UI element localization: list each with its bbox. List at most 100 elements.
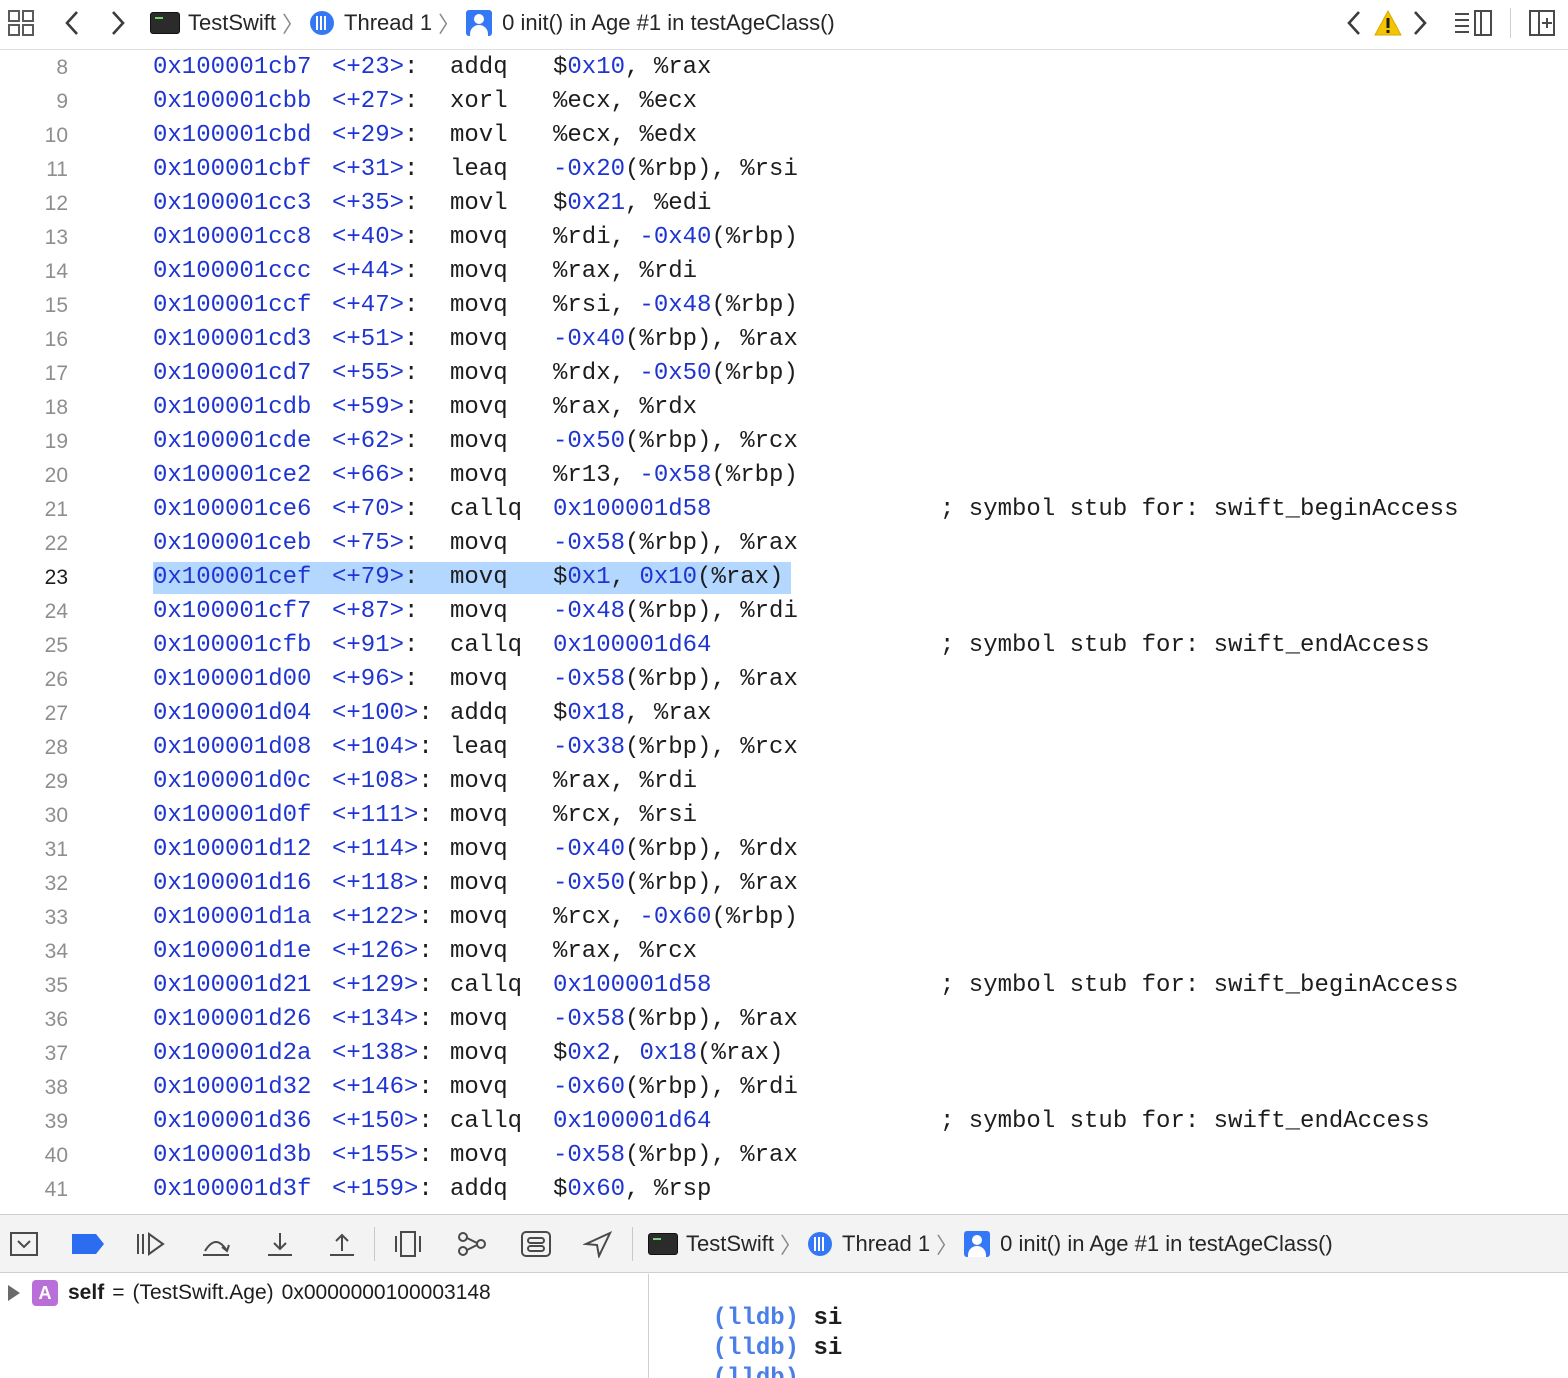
disassembly-line[interactable]: 22 0x100001ceb <+75>: movq -0x58(%rbp), %rax [0,527,1568,561]
disassembly-line[interactable]: 35 0x100001d21 <+129>: callq 0x100001d58 ; sy… [0,969,1568,1003]
line-number[interactable]: 8 [0,51,68,85]
instruction-address: 0x100001d04 [153,700,312,727]
forward-chevron-icon[interactable] [104,8,132,38]
step-out-icon[interactable] [326,1229,358,1259]
breadcrumb-frame[interactable]: 0 init() in Age #1 in testAgeClass() [502,10,835,36]
line-number[interactable]: 12 [0,187,68,221]
disassembly-line[interactable]: 29 0x100001d0c <+108>: movq %rax, %rdi [0,765,1568,799]
line-number[interactable]: 28 [0,731,68,765]
hide-debug-area-icon[interactable] [8,1229,40,1259]
disassembly-line[interactable]: 15 0x100001ccf <+47>: movq %rsi, -0x48(%rbp) [0,289,1568,323]
line-number[interactable]: 25 [0,629,68,663]
disassembly-line[interactable]: 40 0x100001d3b <+155>: movq -0x58(%rbp), %ra… [0,1139,1568,1173]
disassembly-line[interactable]: 24 0x100001cf7 <+87>: movq -0x48(%rbp), %rdi [0,595,1568,629]
line-number[interactable]: 34 [0,935,68,969]
line-number[interactable]: 27 [0,697,68,731]
disassembly-line[interactable]: 31 0x100001d12 <+114>: movq -0x40(%rbp), %rd… [0,833,1568,867]
line-number[interactable]: 20 [0,459,68,493]
simulate-location-icon[interactable] [582,1229,614,1259]
breakpoints-toggle-icon[interactable] [72,1229,104,1259]
line-number[interactable]: 40 [0,1139,68,1173]
disclosure-triangle-icon[interactable] [8,1285,20,1301]
line-number[interactable]: 24 [0,595,68,629]
step-into-icon[interactable] [264,1229,296,1259]
disassembly-view[interactable]: 8 0x100001cb7 <+23>: addq $0x10, %rax 9 0x1000… [0,51,1568,1214]
breadcrumb-thread[interactable]: Thread 1 [344,10,432,36]
line-number[interactable]: 11 [0,153,68,187]
line-number[interactable]: 19 [0,425,68,459]
line-number[interactable]: 15 [0,289,68,323]
disassembly-line[interactable]: 11 0x100001cbf <+31>: leaq -0x20(%rbp), %rsi [0,153,1568,187]
adjust-editor-options-icon[interactable] [1452,8,1494,38]
disassembly-line[interactable]: 23 0x100001cef <+79>: movq $0x1, 0x10(%rax) [0,561,1568,595]
disassembly-line[interactable]: 8 0x100001cb7 <+23>: addq $0x10, %rax [0,51,1568,85]
breadcrumb-project[interactable]: TestSwift [188,10,276,36]
step-over-icon[interactable] [200,1229,232,1259]
environment-overrides-icon[interactable] [520,1229,552,1259]
line-number[interactable]: 39 [0,1105,68,1139]
line-number[interactable]: 21 [0,493,68,527]
disassembly-line[interactable]: 37 0x100001d2a <+138>: movq $0x2, 0x18(%rax) [0,1037,1568,1071]
view-hierarchy-icon[interactable] [392,1229,424,1259]
disassembly-line[interactable]: 26 0x100001d00 <+96>: movq -0x58(%rbp), %rax [0,663,1568,697]
warning-icon[interactable] [1372,8,1404,38]
line-number[interactable]: 30 [0,799,68,833]
back-chevron-icon[interactable] [58,8,86,38]
line-number[interactable]: 29 [0,765,68,799]
line-number[interactable]: 38 [0,1071,68,1105]
disassembly-line[interactable]: 9 0x100001cbb <+27>: xorl %ecx, %ecx [0,85,1568,119]
line-number[interactable]: 32 [0,867,68,901]
disassembly-line[interactable]: 18 0x100001cdb <+59>: movq %rax, %rdx [0,391,1568,425]
disassembly-line[interactable]: 12 0x100001cc3 <+35>: movl $0x21, %edi [0,187,1568,221]
next-issue-chevron-icon[interactable] [1406,8,1434,38]
disassembly-line[interactable]: 28 0x100001d08 <+104>: leaq -0x38(%rbp), %rc… [0,731,1568,765]
line-number[interactable]: 10 [0,119,68,153]
previous-issue-chevron-icon[interactable] [1340,8,1368,38]
disassembly-line[interactable]: 21 0x100001ce6 <+70>: callq 0x100001d58 ; sym… [0,493,1568,527]
disassembly-line[interactable]: 16 0x100001cd3 <+51>: movq -0x40(%rbp), %rax [0,323,1568,357]
line-number[interactable]: 9 [0,85,68,119]
disassembly-line[interactable]: 33 0x100001d1a <+122>: movq %rcx, -0x60(%rbp… [0,901,1568,935]
disassembly-line[interactable]: 25 0x100001cfb <+91>: callq 0x100001d64 ; sym… [0,629,1568,663]
disassembly-line[interactable]: 19 0x100001cde <+62>: movq -0x50(%rbp), %rcx [0,425,1568,459]
disassembly-line[interactable]: 32 0x100001d16 <+118>: movq -0x50(%rbp), %ra… [0,867,1568,901]
line-number[interactable]: 14 [0,255,68,289]
line-number[interactable]: 13 [0,221,68,255]
disassembly-line[interactable]: 17 0x100001cd7 <+55>: movq %rdx, -0x50(%rbp) [0,357,1568,391]
memory-graph-icon[interactable] [456,1229,488,1259]
line-number[interactable]: 22 [0,527,68,561]
debug-breadcrumb-project[interactable]: TestSwift [686,1231,774,1257]
disassembly-line[interactable]: 30 0x100001d0f <+111>: movq %rcx, %rsi [0,799,1568,833]
line-number[interactable]: 23 [0,561,68,595]
debug-breadcrumb-frame[interactable]: 0 init() in Age #1 in testAgeClass() [1000,1231,1333,1257]
disassembly-line[interactable]: 27 0x100001d04 <+100>: addq $0x18, %rax [0,697,1568,731]
console-input-line[interactable]: (lldb) [655,1334,813,1378]
add-editor-icon[interactable] [1526,8,1558,38]
line-number[interactable]: 35 [0,969,68,1003]
disassembly-line[interactable]: 10 0x100001cbd <+29>: movl %ecx, %edx [0,119,1568,153]
line-number[interactable]: 33 [0,901,68,935]
lldb-console[interactable]: (lldb) si (lldb) si (lldb) [648,1274,1568,1378]
line-number[interactable]: 18 [0,391,68,425]
related-items-icon[interactable] [6,8,36,38]
line-number[interactable]: 36 [0,1003,68,1037]
disassembly-line[interactable]: 20 0x100001ce2 <+66>: movq %r13, -0x58(%rbp) [0,459,1568,493]
instruction-offset: <+31>: [332,153,418,187]
line-number[interactable]: 41 [0,1173,68,1207]
line-number[interactable]: 17 [0,357,68,391]
line-number[interactable]: 37 [0,1037,68,1071]
disassembly-line[interactable]: 38 0x100001d32 <+146>: movq -0x60(%rbp), %rd… [0,1071,1568,1105]
line-number[interactable]: 26 [0,663,68,697]
disassembly-line[interactable]: 13 0x100001cc8 <+40>: movq %rdi, -0x40(%rbp) [0,221,1568,255]
disassembly-line[interactable]: 14 0x100001ccc <+44>: movq %rax, %rdi [0,255,1568,289]
line-number[interactable]: 16 [0,323,68,357]
debug-breadcrumb-thread[interactable]: Thread 1 [842,1231,930,1257]
disassembly-line[interactable]: 34 0x100001d1e <+126>: movq %rax, %rcx [0,935,1568,969]
disassembly-line[interactable]: 39 0x100001d36 <+150>: callq 0x100001d64 ; sy… [0,1105,1568,1139]
disassembly-line[interactable]: 36 0x100001d26 <+134>: movq -0x58(%rbp), %ra… [0,1003,1568,1037]
continue-icon[interactable] [134,1229,166,1259]
variable-row[interactable]: A self = (TestSwift.Age) 0x0000000100003… [8,1278,491,1308]
disassembly-line[interactable]: 41 0x100001d3f <+159>: addq $0x60, %rsp [0,1173,1568,1207]
console-command: si [813,1335,843,1362]
line-number[interactable]: 31 [0,833,68,867]
